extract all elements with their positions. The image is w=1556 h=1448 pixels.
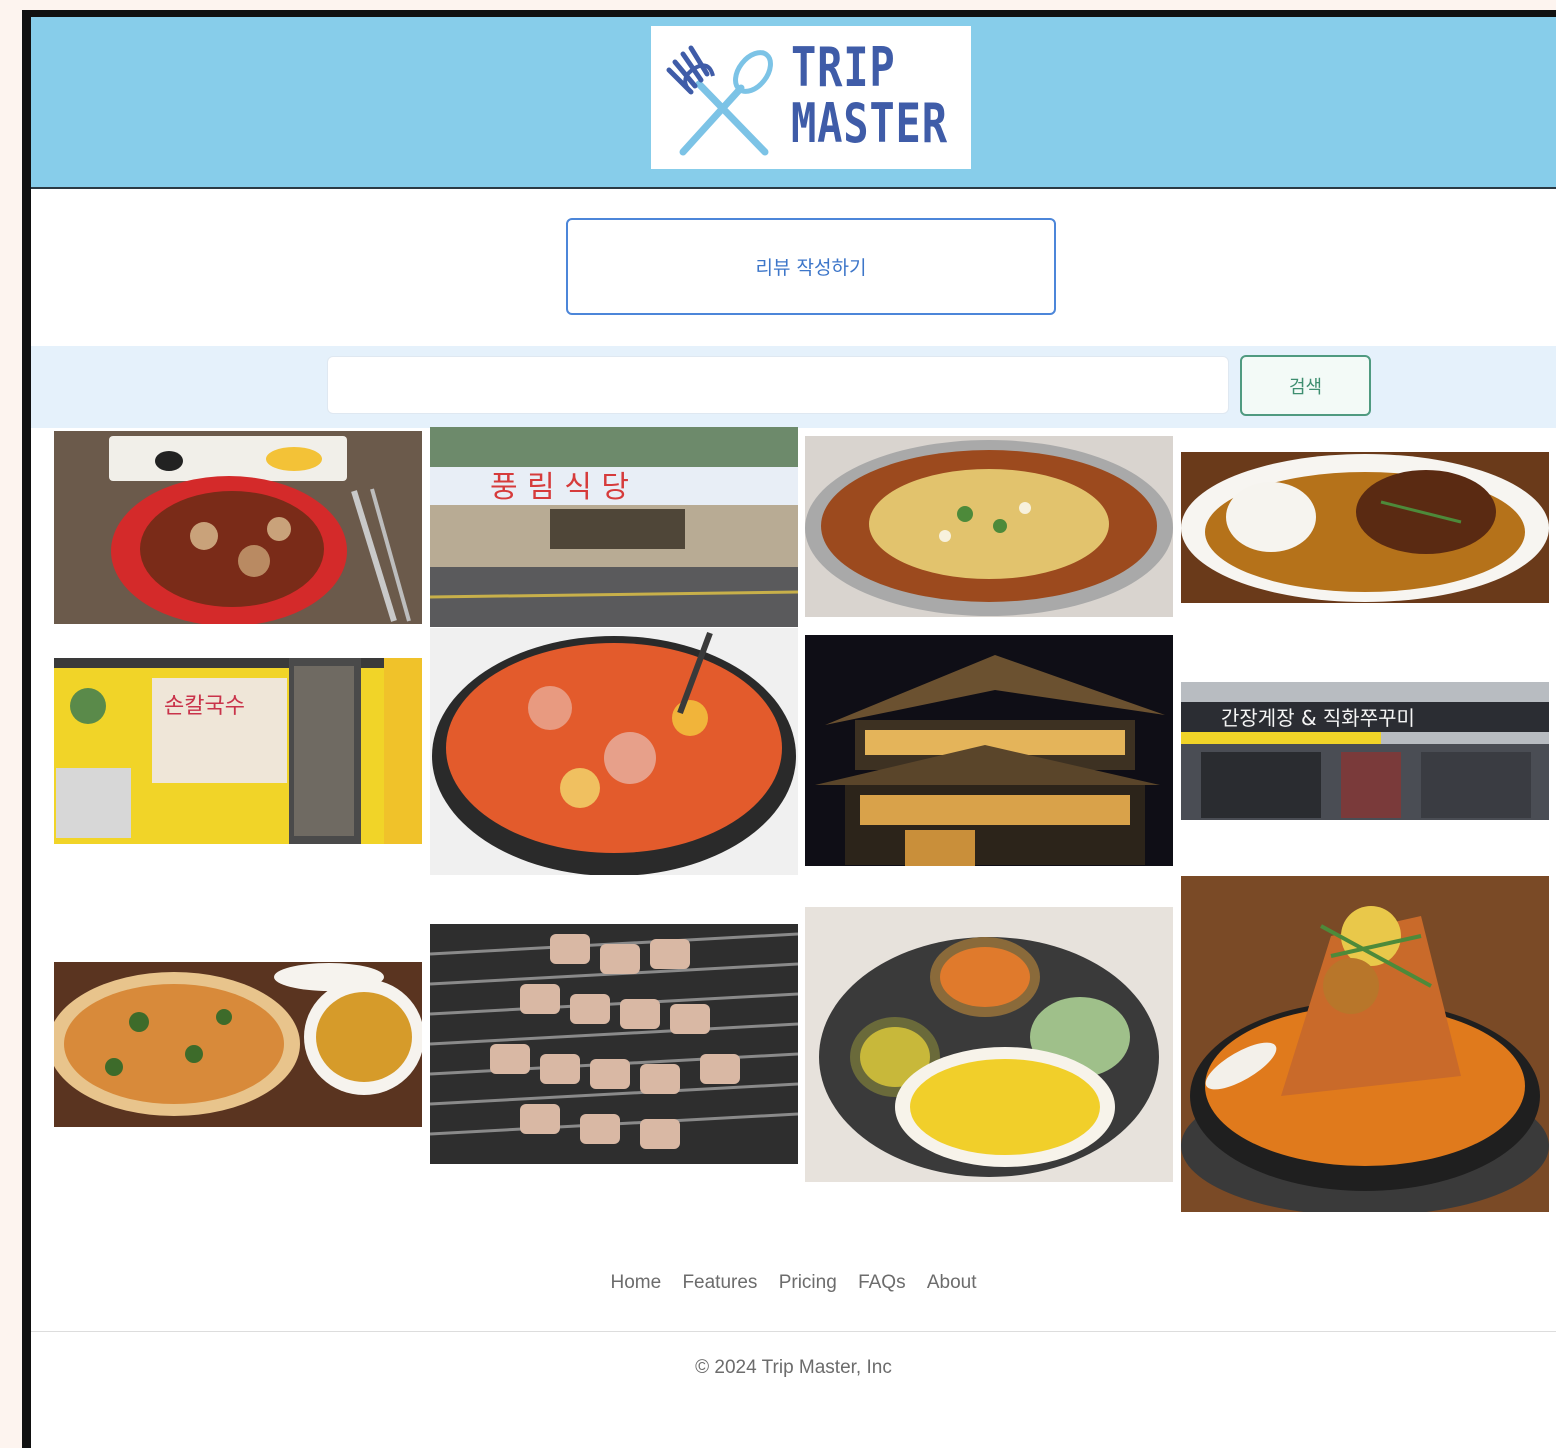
footer-link-features[interactable]: Features [682,1272,757,1293]
gallery-image[interactable] [805,907,1173,1182]
logo-line-master: MASTER [791,92,948,155]
crab-restaurant-photo: 간장게장 & 직화쭈꾸미 [1181,682,1549,820]
hanok-building-photo [805,635,1173,866]
footer-link-about[interactable]: About [927,1272,977,1293]
footer-nav: Home Features Pricing FAQs About [31,1272,1556,1294]
fork-spoon-icon [666,45,773,156]
curry-platter-photo [805,907,1173,1182]
gallery-image[interactable]: 손칼국수 [54,658,422,844]
site-header: TRIP MASTER [31,17,1556,189]
gallery-image[interactable] [430,628,798,875]
search-bar: 검색 [31,346,1556,428]
logo-wordmark: TRIP MASTER [791,40,948,152]
gallery-image[interactable] [1181,876,1549,1212]
page-frame: TRIP MASTER 리뷰 작성하기 검색 손칼국수 풍 림 식 당 간장게장… [22,10,1556,1448]
spicy-squid-photo [54,431,422,624]
gallery-image[interactable] [430,924,798,1164]
hamburg-steak-photo [1181,452,1549,603]
svg-text:풍 림 식 당: 풍 림 식 당 [490,470,629,505]
braised-stew-photo [1181,876,1549,1212]
copyright-text: © 2024 Trip Master, Inc [695,1357,892,1378]
ramen-photo [805,436,1173,617]
trip-master-logo[interactable]: TRIP MASTER [651,26,971,169]
footer-divider [31,1331,1556,1332]
pork-belly-photo [430,924,798,1164]
storefront-photo: 풍 림 식 당 [430,427,798,627]
footer-link-home[interactable]: Home [610,1272,661,1293]
footer-link-faqs[interactable]: FAQs [858,1272,906,1293]
search-button[interactable]: 검색 [1240,355,1371,416]
write-review-button[interactable]: 리뷰 작성하기 [566,218,1056,315]
gallery-image[interactable] [1181,452,1549,603]
gallery-image[interactable] [805,436,1173,617]
svg-text:손칼국수: 손칼국수 [164,694,245,719]
gallery-image[interactable]: 간장게장 & 직화쭈꾸미 [1181,682,1549,820]
gallery-image[interactable] [54,431,422,624]
pizza-photo [54,962,422,1127]
search-input[interactable] [327,356,1229,414]
logo-line-trip: TRIP [791,36,896,99]
gallery-image[interactable] [54,962,422,1127]
gallery-image[interactable]: 풍 림 식 당 [430,427,798,627]
footer-link-pricing[interactable]: Pricing [779,1272,837,1293]
budae-jjigae-photo [430,628,798,875]
svg-text:간장게장 & 직화쭈꾸미: 간장게장 & 직화쭈꾸미 [1221,706,1415,730]
gallery-image[interactable] [805,635,1173,866]
noodle-shop-photo: 손칼국수 [54,658,422,844]
